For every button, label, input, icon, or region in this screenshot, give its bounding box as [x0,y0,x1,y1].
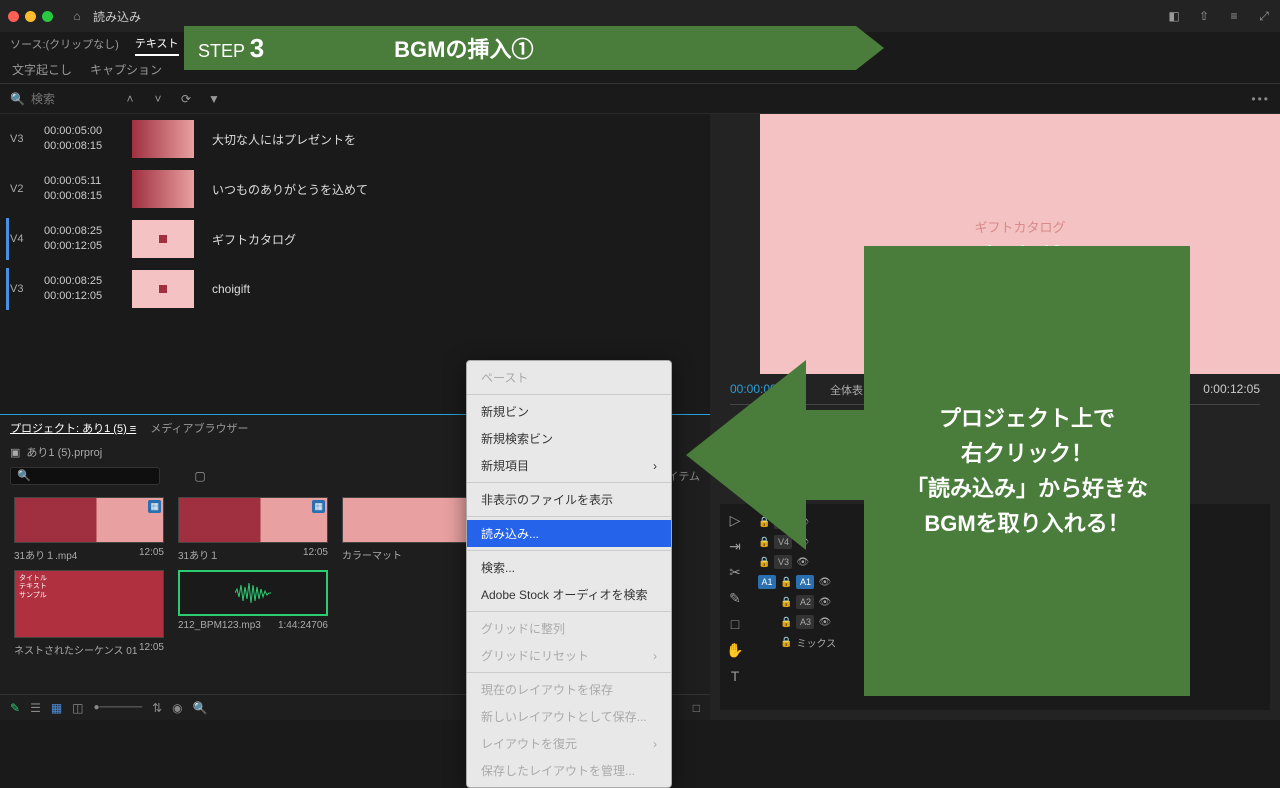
ctx-save-layout: 現在のレイアウトを保存 [467,676,671,703]
ctx-new-search-bin[interactable]: 新規検索ビン [467,425,671,452]
search-icon: 🔍 [10,92,25,106]
chevron-right-icon: › [653,737,657,751]
project-filename: あり1 (5).prproj [26,444,102,460]
ctx-show-hidden[interactable]: 非表示のファイルを表示 [467,486,671,513]
ctx-grid-align: グリッドに整列 [467,615,671,642]
track-label: V2 [10,183,34,195]
hd-badge: ▦ [312,500,325,513]
text-label: 大切な人にはプレゼントを [212,131,356,148]
ctx-paste: ペースト [467,364,671,391]
callout-arrow [686,340,876,570]
timecode: 00:00:08:2500:00:12:05 [44,274,122,305]
audio-track[interactable]: A1🔒A1👁 [758,572,858,592]
timecode: 00:00:08:2500:00:12:05 [44,224,122,255]
refresh-icon[interactable]: ⟳ [178,91,194,107]
subtab-caption[interactable]: キャプション [90,61,162,78]
text-label: いつものありがとうを込めて [212,181,368,198]
project-clip[interactable]: ▦ 31あり１.mp412:05 [14,497,164,562]
mix-track[interactable]: 🔒ミックス [758,632,858,652]
hand-tool[interactable]: ✋ [725,640,745,660]
text-row[interactable]: V3 00:00:08:2500:00:12:05 choigift [0,264,710,314]
track-label: V3 [10,283,34,295]
text-row[interactable]: V2 00:00:05:1100:00:08:15 いつものありがとうを込めて [0,164,710,214]
audio-track[interactable]: 🔒A2👁 [758,592,858,612]
timecode: 00:00:05:1100:00:08:15 [44,174,122,205]
menu-icon[interactable]: ≡ [1226,8,1242,24]
ctx-manage-layout: 保存したレイアウトを管理... [467,757,671,784]
thumbnail [132,170,194,208]
text-label: ギフトカタログ [212,231,296,248]
find-icon[interactable]: 🔍 [193,701,208,715]
zoom-slider[interactable]: ●────── [94,702,143,713]
project-file-icon: ▣ [10,446,20,459]
title-text: 読み込み [93,8,141,25]
callout-box: プロジェクト上で 右クリック！ 「読み込み」から好きな BGMを取り入れる！ [864,246,1190,696]
step-number: STEP 3 [198,33,264,64]
close-window[interactable] [8,11,19,22]
project-search-input[interactable] [10,467,160,485]
list-view-icon[interactable]: ☰ [30,701,41,715]
text-label: choigift [212,282,250,296]
ctx-import[interactable]: 読み込み... [467,520,671,547]
ctx-stock-search[interactable]: Adobe Stock オーディオを検索 [467,581,671,608]
step-banner: STEP 3 BGMの挿入① [184,26,884,70]
maximize-window[interactable] [42,11,53,22]
type-tool[interactable]: T [725,666,745,686]
thumbnail [132,120,194,158]
project-clip[interactable]: タイトルテキストサンプル ネストされたシーケンス 0112:05 [14,570,164,657]
chevron-right-icon: › [653,459,657,473]
tab-project[interactable]: プロジェクト: あり1 (5) ≡ [10,420,136,436]
context-menu: ペースト 新規ビン 新規検索ビン 新規項目› 非表示のファイルを表示 読み込み.… [466,360,672,788]
chevron-right-icon: › [653,649,657,663]
audio-thumbnail [178,570,328,616]
ctx-search[interactable]: 検索... [467,554,671,581]
subtab-transcribe[interactable]: 文字起こし [12,61,72,78]
tab-text[interactable]: テキスト [135,32,179,56]
chevron-up-icon[interactable]: ˄ [122,91,138,107]
step-title: BGMの挿入① [394,32,533,64]
search-input[interactable] [31,92,91,106]
ctx-new-bin[interactable]: 新規ビン [467,398,671,425]
track-label: V3 [10,133,34,145]
ctx-restore-layout: レイアウトを復元› [467,730,671,757]
folder-icon[interactable]: ▢ [192,468,208,484]
project-clip[interactable]: 212_BPM123.mp31:44:24706 [178,570,328,657]
grid-view-icon[interactable]: ▦ [51,701,62,715]
preview-subtitle: ギフトカタログ [974,217,1065,236]
callout-text: プロジェクト上で 右クリック！ 「読み込み」から好きな BGMを取り入れる！ [906,401,1148,542]
text-row[interactable]: V4 00:00:08:2500:00:12:05 ギフトカタログ [0,214,710,264]
window-controls [8,11,53,22]
project-clip[interactable]: ▦ 31あり１12:05 [178,497,328,562]
auto-icon[interactable]: ◉ [172,701,182,715]
rect-tool[interactable]: □ [725,614,745,634]
thumbnail [132,220,194,258]
search-field[interactable]: 🔍 [10,92,110,106]
timecode: 00:00:05:0000:00:08:15 [44,124,122,155]
home-icon[interactable]: ⌂ [69,8,85,24]
ctx-grid-reset: グリッドにリセット› [467,642,671,669]
ctx-new-item[interactable]: 新規項目› [467,452,671,479]
timecode-duration: 0:00:12:05 [1203,382,1260,396]
pen-icon[interactable]: ✎ [10,701,20,715]
more-icon[interactable]: ••• [1251,92,1270,106]
source-label: ソース:(クリップなし) [10,36,119,52]
thumbnail [132,270,194,308]
chevron-down-icon[interactable]: ˅ [150,91,166,107]
freeform-view-icon[interactable]: ◫ [72,701,83,715]
minimize-window[interactable] [25,11,36,22]
sort-icon[interactable]: ⇅ [152,701,162,715]
tab-media-browser[interactable]: メディアブラウザー [150,420,248,436]
pen-tool[interactable]: ✎ [725,588,745,608]
text-toolbar: 🔍 ˄ ˅ ⟳ ▼ ••• [0,84,1280,114]
hd-badge: ▦ [148,500,161,513]
text-row[interactable]: V3 00:00:05:0000:00:08:15 大切な人にはプレゼントを [0,114,710,164]
new-bin-icon[interactable]: □ [693,701,700,715]
ctx-saveas-layout: 新しいレイアウトとして保存... [467,703,671,730]
track-label: V4 [10,233,34,245]
new-panel-icon[interactable]: ◧ [1166,8,1182,24]
filter-icon[interactable]: ▼ [206,91,222,107]
share-icon[interactable]: ⇧ [1196,8,1212,24]
fullscreen-icon[interactable]: ⤢ [1256,8,1272,24]
audio-track[interactable]: 🔒A3👁 [758,612,858,632]
